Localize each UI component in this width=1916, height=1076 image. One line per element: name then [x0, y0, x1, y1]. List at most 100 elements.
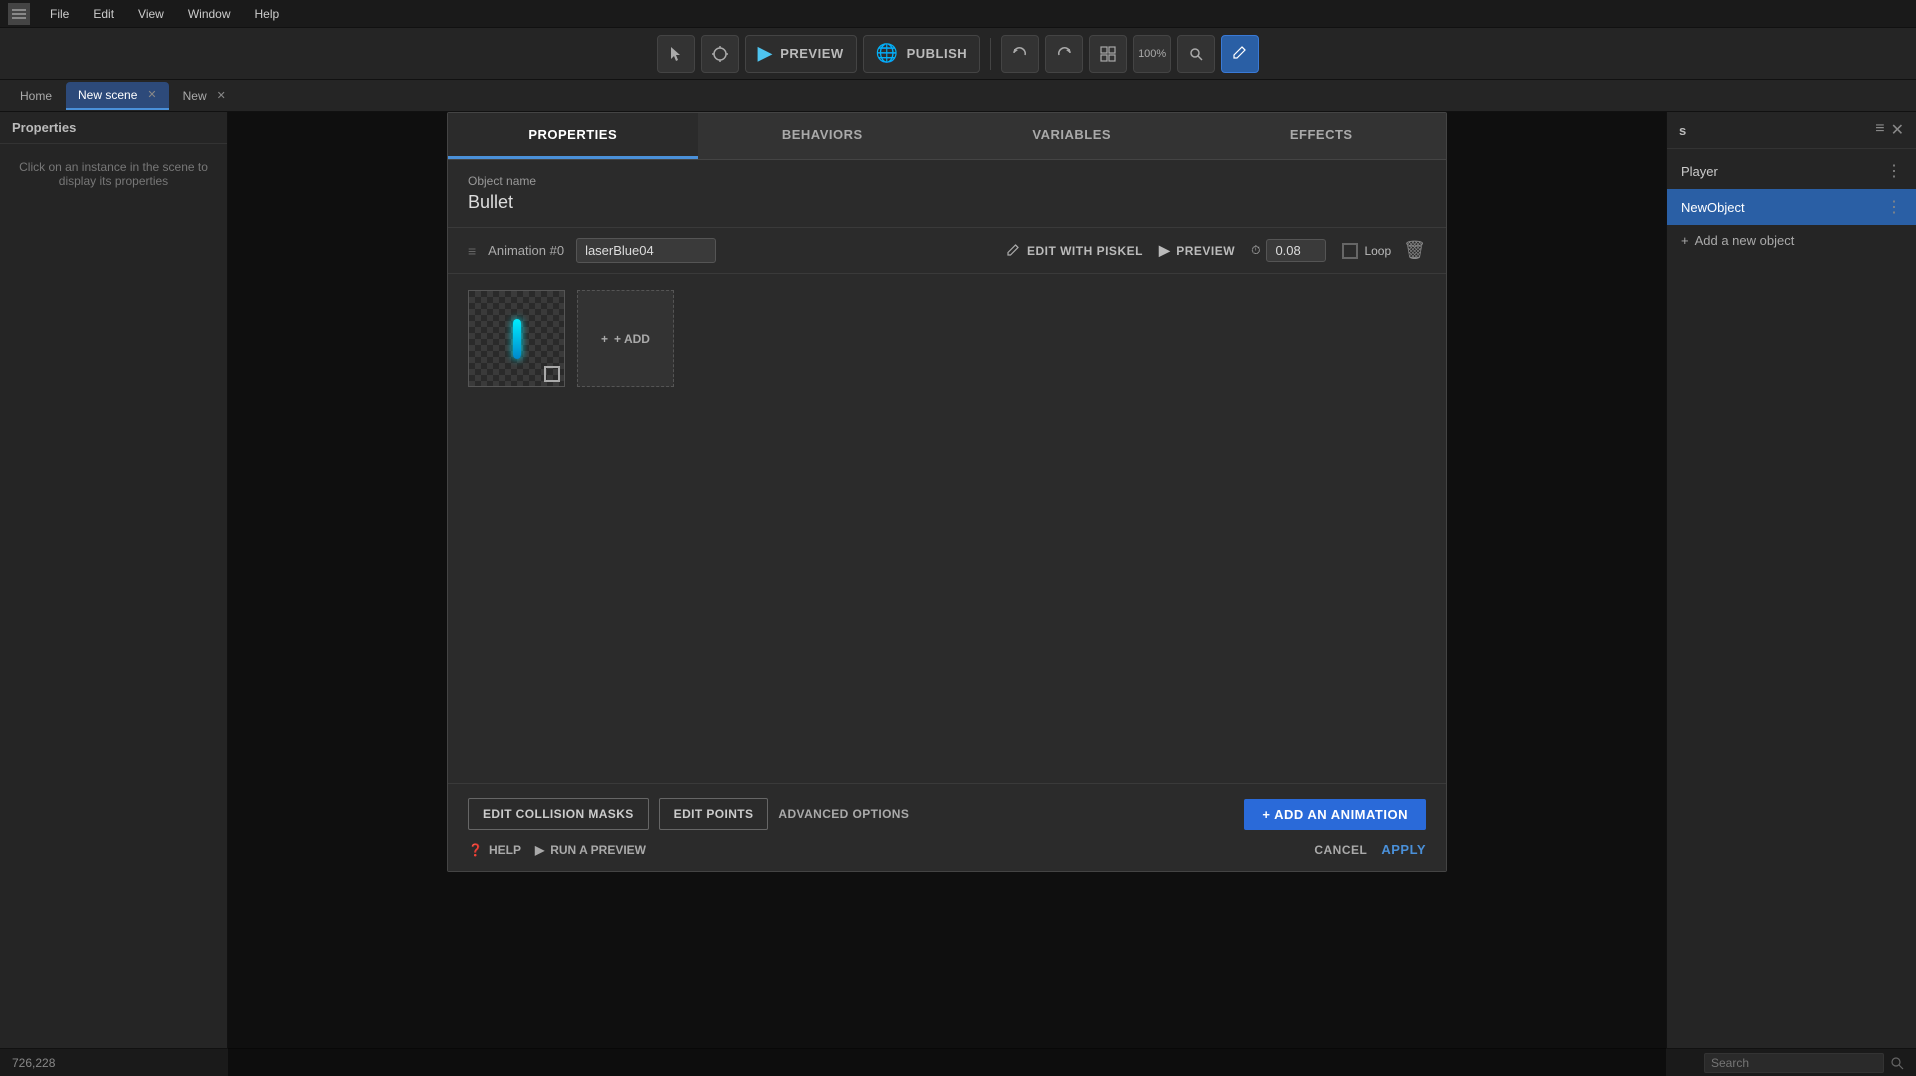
toolbar-separator-1 [990, 38, 991, 70]
run-preview-btn[interactable]: ▶ RUN A PREVIEW [535, 843, 646, 857]
tab-home[interactable]: Home [8, 82, 64, 110]
add-object-label: Add a new object [1695, 233, 1795, 248]
dialog-tab-effects[interactable]: EFFECTS [1197, 113, 1447, 159]
right-sidebar-header: s ≡ ✕ [1667, 112, 1916, 149]
right-sidebar-title-s: s [1679, 123, 1686, 138]
animation-actions: EDIT WITH PISKEL ▶ PREVIEW ⏱ Loop [1007, 239, 1391, 262]
main-content: Properties Click on an instance in the s… [0, 112, 1916, 1076]
loop-control: Loop [1342, 243, 1391, 259]
help-label: HELP [489, 843, 521, 857]
preview-play-icon: ▶ [758, 43, 772, 64]
object-item-newobject[interactable]: NewObject ⋮ [1667, 189, 1916, 225]
tab-new-scene[interactable]: New scene ✕ [66, 82, 169, 110]
tabs-row: Home New scene ✕ New ✕ [0, 80, 1916, 112]
toolbar-redo-btn[interactable] [1045, 35, 1083, 73]
animation-preview-btn[interactable]: ▶ PREVIEW [1159, 242, 1235, 259]
dialog-tab-behaviors[interactable]: BEHAVIORS [698, 113, 948, 159]
status-coords: 726,228 [12, 1056, 55, 1070]
edit-piskel-btn[interactable]: EDIT WITH PISKEL [1007, 244, 1143, 258]
dialog-content-spacer [448, 593, 1446, 783]
help-icon: ❓ [468, 843, 483, 857]
dialog-tab-variables[interactable]: VARIABLES [947, 113, 1197, 159]
animation-name-input[interactable] [576, 238, 716, 263]
dialog-tab-properties[interactable]: PROPERTIES [448, 113, 698, 159]
pencil-icon [1007, 244, 1021, 258]
object-name-section: Object name Bullet [448, 160, 1446, 228]
timer-control: ⏱ [1251, 239, 1326, 262]
properties-header: Properties [0, 112, 227, 144]
loop-checkbox[interactable] [1342, 243, 1358, 259]
object-item-newobject-menu[interactable]: ⋮ [1886, 197, 1902, 217]
cancel-btn[interactable]: CANCEL [1314, 843, 1367, 857]
add-object-plus-icon: + [1681, 233, 1689, 248]
search-icon [1890, 1056, 1904, 1070]
dialog-tabs: PROPERTIES BEHAVIORS VARIABLES EFFECTS [448, 113, 1446, 160]
help-btn[interactable]: ❓ HELP [468, 843, 521, 857]
menu-file[interactable]: File [46, 5, 73, 23]
menu-view[interactable]: View [134, 5, 168, 23]
drag-handle-icon: ≡ [468, 243, 476, 259]
right-sidebar-actions: ≡ ✕ [1875, 120, 1904, 140]
sprites-area: + + ADD [448, 274, 1446, 593]
publish-btn[interactable]: 🌐 PUBLISH [863, 35, 980, 73]
publish-globe-icon: 🌐 [876, 43, 899, 64]
run-preview-label: RUN A PREVIEW [550, 843, 646, 857]
tab-new[interactable]: New ✕ [171, 82, 238, 110]
sprite-frame[interactable] [468, 290, 565, 387]
advanced-options-btn[interactable]: ADVANCED OPTIONS [778, 807, 909, 821]
menu-bar: File Edit View Window Help [0, 0, 1916, 28]
dialog-bottom-row1: EDIT COLLISION MASKS EDIT POINTS ADVANCE… [468, 798, 1426, 830]
timer-icon: ⏱ [1251, 243, 1260, 258]
object-item-player-name: Player [1681, 164, 1886, 179]
play-icon: ▶ [1159, 242, 1170, 259]
toolbar-edit-btn[interactable] [1221, 35, 1259, 73]
toolbar-undo-btn[interactable] [1001, 35, 1039, 73]
dialog-bottom: EDIT COLLISION MASKS EDIT POINTS ADVANCE… [448, 783, 1446, 871]
sidebar-close-btn[interactable]: ✕ [1891, 120, 1904, 140]
menu-edit[interactable]: Edit [89, 5, 118, 23]
toolbar: ▶ PREVIEW 🌐 PUBLISH 100% [0, 28, 1916, 80]
dialog-bottom-row2: ❓ HELP ▶ RUN A PREVIEW CANCEL APPLY [468, 842, 1426, 857]
animation-label: Animation #0 [488, 243, 564, 258]
status-search [1704, 1053, 1904, 1073]
object-item-player-menu[interactable]: ⋮ [1886, 161, 1902, 181]
object-item-newobject-name: NewObject [1681, 200, 1886, 215]
add-animation-btn[interactable]: + ADD AN ANIMATION [1244, 799, 1426, 830]
preview-btn[interactable]: ▶ PREVIEW [745, 35, 857, 73]
toolbar-pan-btn[interactable] [701, 35, 739, 73]
menu-help[interactable]: Help [251, 5, 284, 23]
sprite-select-indicator [544, 366, 560, 382]
apply-btn[interactable]: APPLY [1381, 842, 1426, 857]
delete-animation-btn[interactable]: 🗑 [1403, 240, 1426, 261]
search-input[interactable] [1704, 1053, 1884, 1073]
edit-collision-masks-btn[interactable]: EDIT COLLISION MASKS [468, 798, 649, 830]
tab-new-scene-close[interactable]: ✕ [147, 88, 156, 101]
publish-label: PUBLISH [907, 46, 968, 61]
toolbar-zoom-btn[interactable]: 100% [1133, 35, 1171, 73]
add-sprite-label: + ADD [614, 332, 650, 346]
toolbar-grid-btn[interactable] [1089, 35, 1127, 73]
right-sidebar: s ≡ ✕ Player ⋮ NewObject ⋮ + Add a new o… [1666, 112, 1916, 1076]
loop-label: Loop [1364, 244, 1391, 258]
toolbar-cursor-btn[interactable] [657, 35, 695, 73]
object-name-label: Object name [468, 174, 1426, 188]
plus-icon: + [601, 332, 608, 346]
object-name-value[interactable]: Bullet [468, 192, 1426, 213]
objects-list: Player ⋮ NewObject ⋮ + Add a new object [1667, 149, 1916, 260]
dialog-overlay: PROPERTIES BEHAVIORS VARIABLES EFFECTS O… [228, 112, 1666, 1076]
sprite-laser-image [513, 319, 521, 359]
object-editor-dialog: PROPERTIES BEHAVIORS VARIABLES EFFECTS O… [447, 112, 1447, 872]
object-item-player[interactable]: Player ⋮ [1667, 153, 1916, 189]
menu-window[interactable]: Window [184, 5, 235, 23]
timer-value-input[interactable] [1266, 239, 1326, 262]
preview-label: PREVIEW [780, 46, 843, 61]
run-play-icon: ▶ [535, 843, 544, 857]
left-sidebar: Properties Click on an instance in the s… [0, 112, 228, 1076]
add-sprite-btn[interactable]: + + ADD [577, 290, 674, 387]
toolbar-search-btn[interactable] [1177, 35, 1215, 73]
add-object-row[interactable]: + Add a new object [1667, 225, 1916, 256]
edit-points-btn[interactable]: EDIT POINTS [659, 798, 769, 830]
sidebar-filter-btn[interactable]: ≡ [1875, 120, 1884, 140]
tab-new-close[interactable]: ✕ [217, 89, 226, 102]
properties-empty-hint: Click on an instance in the scene to dis… [0, 144, 227, 1076]
